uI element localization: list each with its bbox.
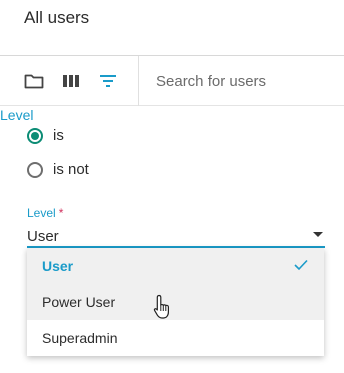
toolbar-divider bbox=[138, 56, 139, 106]
filter-icon[interactable] bbox=[98, 72, 118, 90]
level-select-label: Level * bbox=[27, 206, 63, 220]
level-dropdown-menu: User Power User Superadmin bbox=[27, 248, 324, 356]
required-marker: * bbox=[58, 206, 64, 220]
option-label: User bbox=[42, 258, 74, 274]
toolbar bbox=[0, 56, 344, 106]
level-select[interactable]: User bbox=[27, 224, 325, 248]
page-title: All users bbox=[24, 8, 90, 27]
radio-button-checked[interactable] bbox=[27, 127, 43, 144]
radio-button[interactable] bbox=[27, 161, 43, 178]
radio-is-not[interactable]: is not bbox=[27, 161, 89, 178]
page-header: All users bbox=[0, 0, 344, 56]
caret-down-icon bbox=[313, 232, 323, 237]
level-select-label-text: Level bbox=[27, 206, 56, 220]
search-input[interactable] bbox=[156, 69, 336, 93]
radio-label-is-not: is not bbox=[53, 161, 89, 178]
folder-icon[interactable] bbox=[24, 72, 44, 90]
level-select-value: User bbox=[27, 228, 59, 245]
dropdown-option-user[interactable]: User bbox=[27, 248, 324, 284]
dropdown-option-power-user[interactable]: Power User bbox=[27, 284, 324, 320]
filter-heading: Level bbox=[0, 107, 34, 123]
hand-cursor-icon bbox=[153, 294, 173, 325]
radio-is[interactable]: is bbox=[27, 127, 64, 144]
columns-icon[interactable] bbox=[61, 72, 81, 90]
radio-label-is: is bbox=[53, 127, 64, 144]
dropdown-option-superadmin[interactable]: Superadmin bbox=[27, 320, 324, 356]
checkmark-icon bbox=[294, 258, 308, 276]
option-label: Power User bbox=[42, 294, 116, 310]
option-label: Superadmin bbox=[42, 330, 118, 346]
